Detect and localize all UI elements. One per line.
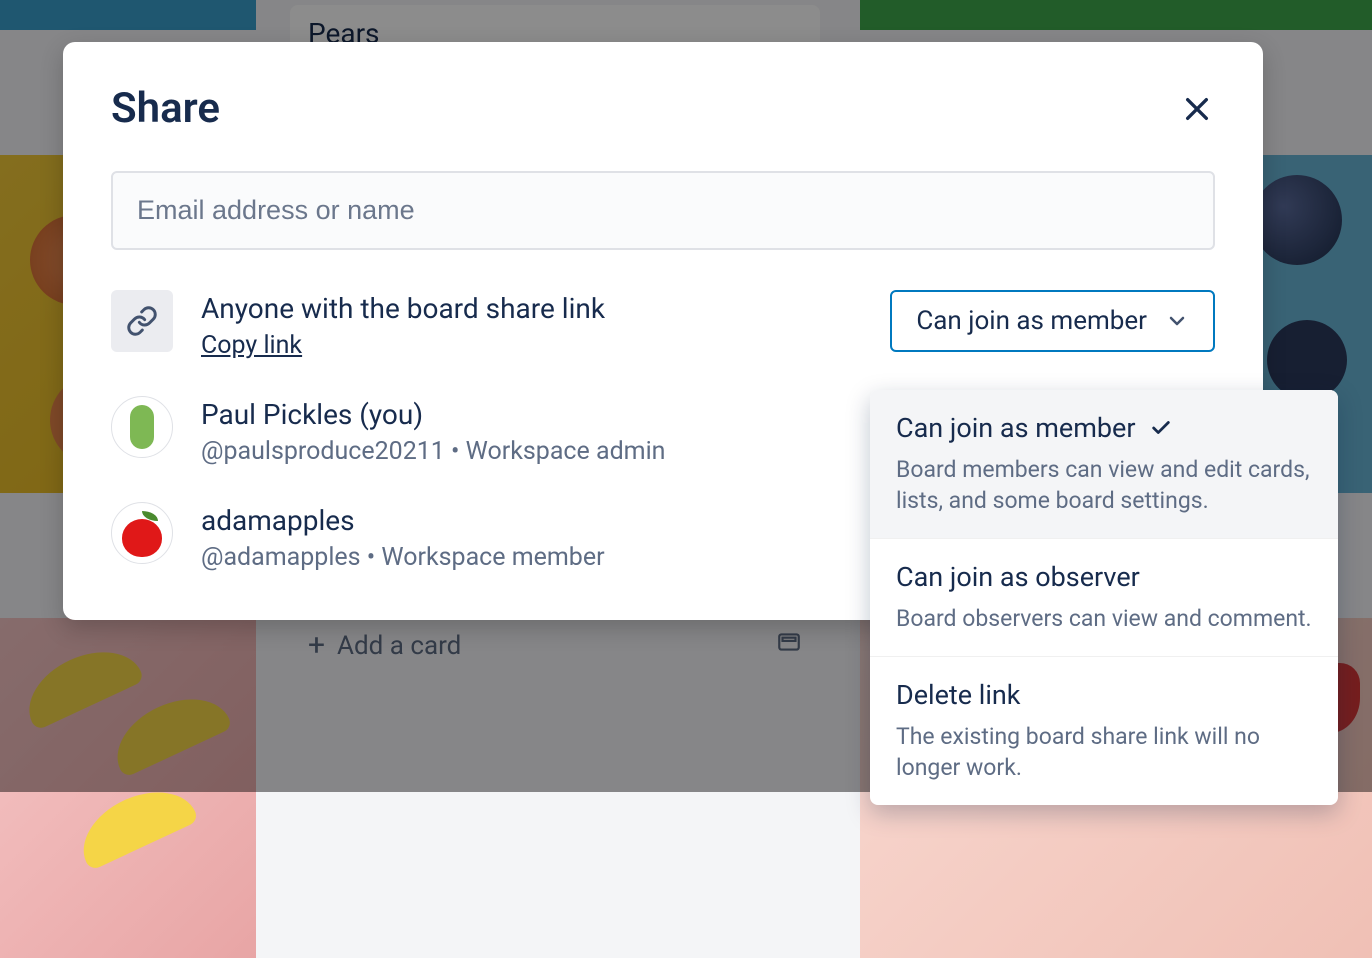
chevron-down-icon [1165, 309, 1189, 333]
menu-option-observer[interactable]: Can join as observer Board observers can… [870, 539, 1338, 657]
menu-option-desc: The existing board share link will no lo… [896, 721, 1312, 783]
close-button[interactable] [1179, 91, 1215, 127]
permission-dropdown-menu: Can join as member Board members can vie… [870, 390, 1338, 805]
menu-option-delete-link[interactable]: Delete link The existing board share lin… [870, 657, 1338, 805]
email-or-name-input[interactable] [111, 171, 1215, 250]
menu-option-title: Can join as observer [896, 561, 1312, 593]
menu-option-member[interactable]: Can join as member Board members can vie… [870, 390, 1338, 539]
menu-option-title-text: Delete link [896, 679, 1021, 711]
copy-link-button[interactable]: Copy link [201, 331, 302, 360]
dropdown-selected-label: Can join as member [916, 306, 1147, 336]
share-link-row: Anyone with the board share link Copy li… [111, 290, 1215, 360]
share-link-text: Anyone with the board share link Copy li… [201, 290, 862, 360]
check-icon [1150, 417, 1172, 439]
link-icon-box [111, 290, 173, 352]
avatar [111, 396, 173, 458]
avatar [111, 502, 173, 564]
menu-option-title: Can join as member [896, 412, 1312, 444]
menu-option-title-text: Can join as member [896, 412, 1136, 444]
modal-title: Share [111, 84, 220, 133]
close-icon [1181, 93, 1213, 125]
menu-option-desc: Board observers can view and comment. [896, 603, 1312, 634]
modal-header: Share [111, 84, 1215, 133]
menu-option-title-text: Can join as observer [896, 561, 1140, 593]
permission-dropdown[interactable]: Can join as member [890, 290, 1215, 352]
menu-option-desc: Board members can view and edit cards, l… [896, 454, 1312, 516]
menu-option-title: Delete link [896, 679, 1312, 711]
link-icon [126, 305, 158, 337]
share-link-title: Anyone with the board share link [201, 292, 862, 325]
